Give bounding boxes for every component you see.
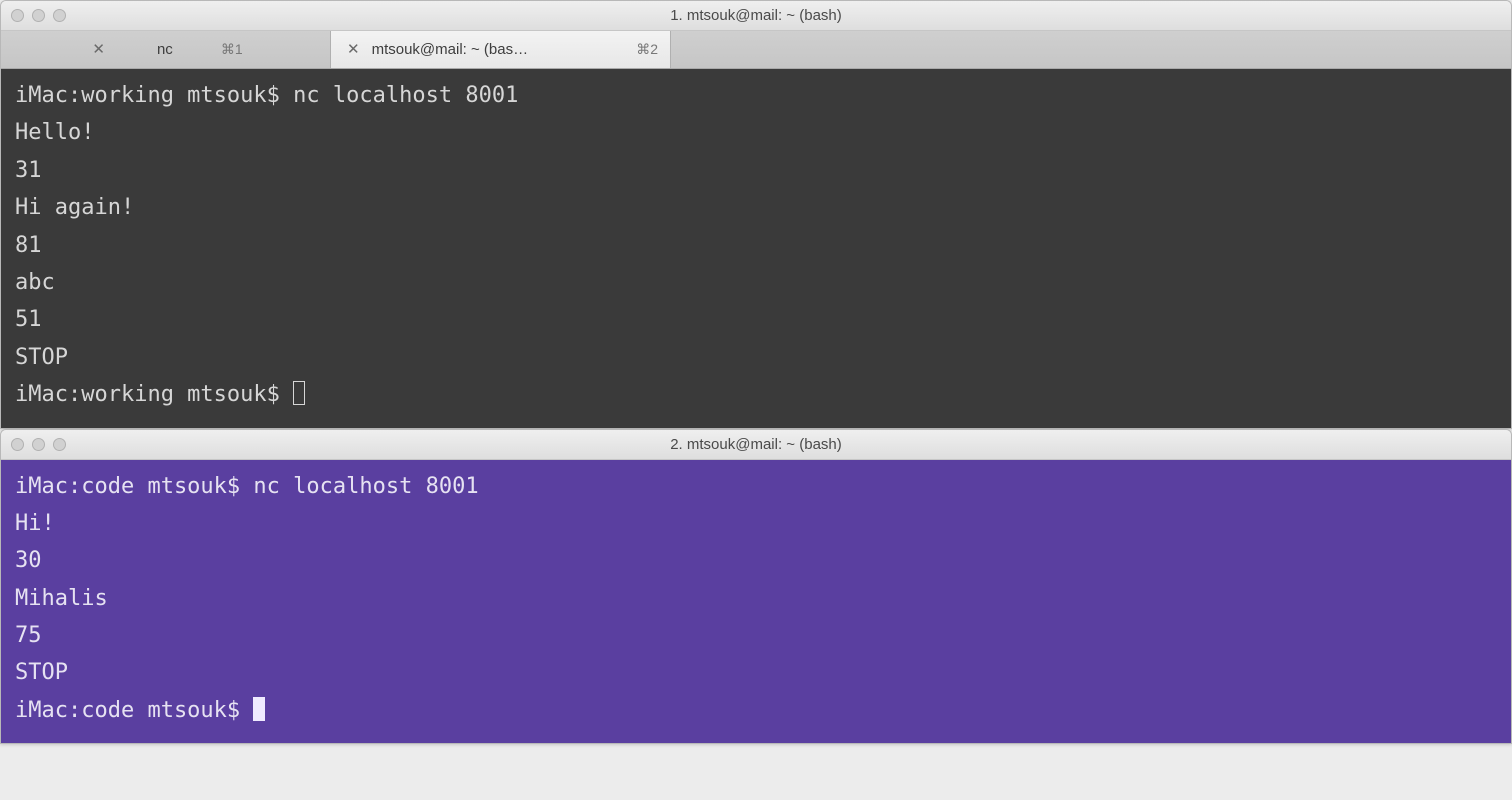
- close-window-icon[interactable]: [11, 9, 24, 22]
- close-tab-icon[interactable]: ✕: [343, 40, 364, 59]
- traffic-lights-1: [11, 9, 66, 22]
- terminal-line: 31: [15, 158, 42, 183]
- tab-label: nc: [157, 41, 173, 58]
- terminal-line: Hi again!: [15, 195, 134, 220]
- close-window-icon[interactable]: [11, 438, 24, 451]
- titlebar-1[interactable]: 1. mtsouk@mail: ~ (bash): [1, 1, 1511, 31]
- terminal-line: 30: [15, 548, 42, 573]
- terminal-line: Mihalis: [15, 586, 108, 611]
- cursor-icon: [253, 697, 265, 721]
- minimize-window-icon[interactable]: [32, 9, 45, 22]
- minimize-window-icon[interactable]: [32, 438, 45, 451]
- cursor-icon: [293, 381, 305, 405]
- tab-label: mtsouk@mail: ~ (bas…: [372, 41, 629, 58]
- terminal-line: STOP: [15, 345, 68, 370]
- tab-shortcut: ⌘1: [221, 41, 243, 58]
- terminal-line: Hello!: [15, 120, 94, 145]
- terminal-line: 75: [15, 623, 42, 648]
- terminal-output-2[interactable]: iMac:code mtsouk$ nc localhost 8001 Hi! …: [1, 460, 1511, 744]
- window-title-2: 2. mtsouk@mail: ~ (bash): [1, 436, 1511, 453]
- titlebar-2[interactable]: 2. mtsouk@mail: ~ (bash): [1, 430, 1511, 460]
- terminal-line: 51: [15, 307, 42, 332]
- terminal-prompt: iMac:working mtsouk$: [15, 382, 293, 407]
- tabbar: ✕ nc ⌘1 ✕ mtsouk@mail: ~ (bas… ⌘2: [1, 31, 1511, 69]
- close-tab-icon[interactable]: ✕: [88, 40, 109, 59]
- tab-bash[interactable]: ✕ mtsouk@mail: ~ (bas… ⌘2: [331, 31, 671, 68]
- terminal-window-1: 1. mtsouk@mail: ~ (bash) ✕ nc ⌘1 ✕ mtsou…: [0, 0, 1512, 429]
- terminal-line: 81: [15, 233, 42, 258]
- terminal-line: iMac:working mtsouk$ nc localhost 8001: [15, 83, 518, 108]
- terminal-window-2: 2. mtsouk@mail: ~ (bash) iMac:code mtsou…: [0, 429, 1512, 745]
- traffic-lights-2: [11, 438, 66, 451]
- terminal-prompt: iMac:code mtsouk$: [15, 698, 253, 723]
- window-title-1: 1. mtsouk@mail: ~ (bash): [1, 7, 1511, 24]
- terminal-line: STOP: [15, 660, 68, 685]
- maximize-window-icon[interactable]: [53, 438, 66, 451]
- tab-shortcut: ⌘2: [636, 41, 658, 58]
- terminal-line: Hi!: [15, 511, 55, 536]
- terminal-output-1[interactable]: iMac:working mtsouk$ nc localhost 8001 H…: [1, 69, 1511, 428]
- terminal-line: iMac:code mtsouk$ nc localhost 8001: [15, 474, 479, 499]
- terminal-line: abc: [15, 270, 55, 295]
- maximize-window-icon[interactable]: [53, 9, 66, 22]
- tab-nc[interactable]: ✕ nc ⌘1: [1, 31, 331, 68]
